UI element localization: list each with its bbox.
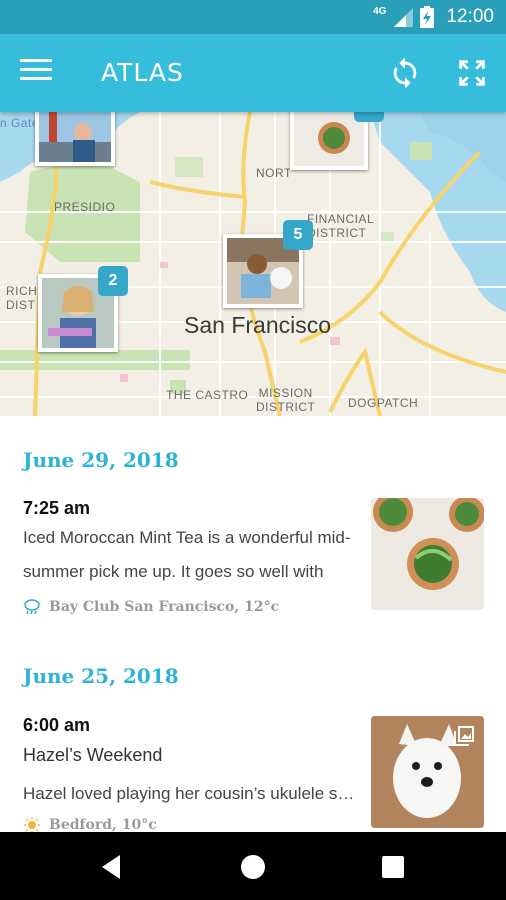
journal-feed[interactable]: June 29, 2018 7:25 am Iced Moroccan Mint… (0, 416, 506, 832)
map-label-golden-gate: n Gate (0, 116, 40, 130)
sun-icon (24, 817, 40, 832)
map-city-label: San Francisco (184, 312, 332, 338)
map-label-presidio: PRESIDIO (54, 200, 116, 214)
signal-icon (394, 8, 414, 27)
entry-meta: Bay Club San Francisco, 12°c (23, 598, 279, 616)
map-pin-golden-gate[interactable] (35, 112, 115, 166)
entry-time[interactable]: 7:25 am (23, 498, 90, 519)
map-view[interactable]: n Gate PRESIDIO NORT FINANCIAL DISTRICT … (0, 112, 506, 416)
map-label-mission-district: MISSION DISTRICT (256, 386, 316, 414)
entry-meta: Bedford, 10°c (23, 816, 157, 832)
battery-charging-icon (420, 6, 435, 28)
app-bar: ATLAS (0, 34, 506, 112)
hamburger-icon-line (20, 77, 52, 80)
system-nav-bar (0, 832, 506, 900)
entry-location: Bay Club San Francisco, 12°c (49, 599, 280, 615)
mint-tea-photo (294, 112, 364, 166)
sync-icon[interactable] (388, 56, 422, 90)
mint-tea-photo (371, 498, 484, 610)
home-icon[interactable] (238, 852, 268, 882)
golden-gate-photo (39, 112, 111, 162)
map-label-financial-district: FINANCIAL DISTRICT (307, 212, 375, 240)
entry-body[interactable]: Hazel loved playing her cousin’s ukulele… (23, 777, 359, 811)
entry-body[interactable]: Iced Moroccan Mint Tea is a wonderful mi… (23, 521, 359, 589)
map-pin-richmond[interactable]: 2 (38, 266, 128, 352)
map-label-castro: THE CASTRO (166, 388, 249, 402)
entry-title[interactable]: Hazel’s Weekend (23, 745, 162, 766)
app-title: ATLAS (101, 58, 184, 87)
entry-thumbnail[interactable] (371, 498, 484, 610)
entry-time[interactable]: 6:00 am (23, 715, 90, 736)
entry-thumbnail[interactable] (371, 716, 484, 828)
status-bar: 4G 12:00 (0, 0, 506, 34)
pin-count-badge: 3 (354, 112, 384, 122)
entry-location: Bedford, 10°c (49, 817, 157, 832)
date-heading: June 25, 2018 (23, 664, 179, 688)
pin-count-badge: 5 (283, 220, 313, 250)
hamburger-icon-line (20, 59, 52, 62)
map-label-dogpatch: DOGPATCH (348, 396, 419, 410)
clock: 12:00 (446, 6, 494, 27)
status-icons: 4G 12:00 (373, 0, 494, 34)
back-icon[interactable] (98, 852, 128, 882)
recents-icon[interactable] (378, 852, 408, 882)
gallery-icon (454, 726, 474, 746)
map-pin-financial[interactable]: 5 (223, 220, 313, 308)
hamburger-icon-line (20, 68, 52, 71)
date-heading: June 29, 2018 (23, 448, 179, 472)
network-type: 4G (373, 5, 387, 17)
map-label-north-beach: NORT (256, 166, 292, 180)
pin-count-badge: 2 (98, 266, 128, 296)
fullscreen-icon[interactable] (455, 56, 489, 90)
rain-cloud-icon (24, 599, 40, 615)
map-pin-north-beach[interactable]: 3 (290, 112, 384, 170)
menu-button[interactable] (20, 59, 52, 89)
